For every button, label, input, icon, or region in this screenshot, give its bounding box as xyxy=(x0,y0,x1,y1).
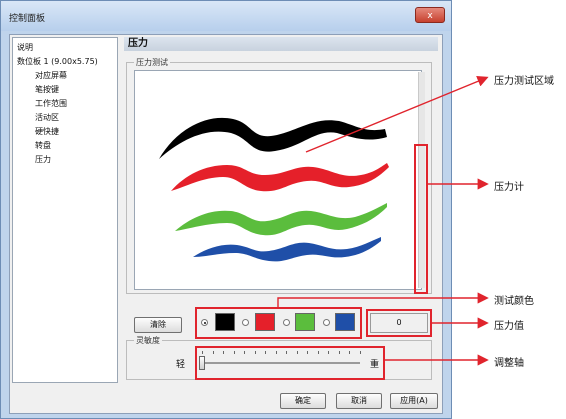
annotation-pressure-value: 压力值 xyxy=(494,321,524,332)
test-area-arrow xyxy=(305,76,489,153)
color-arrow xyxy=(277,292,489,307)
annotation-gauge: 压力计 xyxy=(494,182,524,193)
annotation-test-color: 测试颜色 xyxy=(494,296,534,307)
annotation-slider: 调整轴 xyxy=(494,358,524,369)
annotation-test-area: 压力测试区域 xyxy=(494,76,554,87)
annotation-arrows xyxy=(277,76,489,366)
